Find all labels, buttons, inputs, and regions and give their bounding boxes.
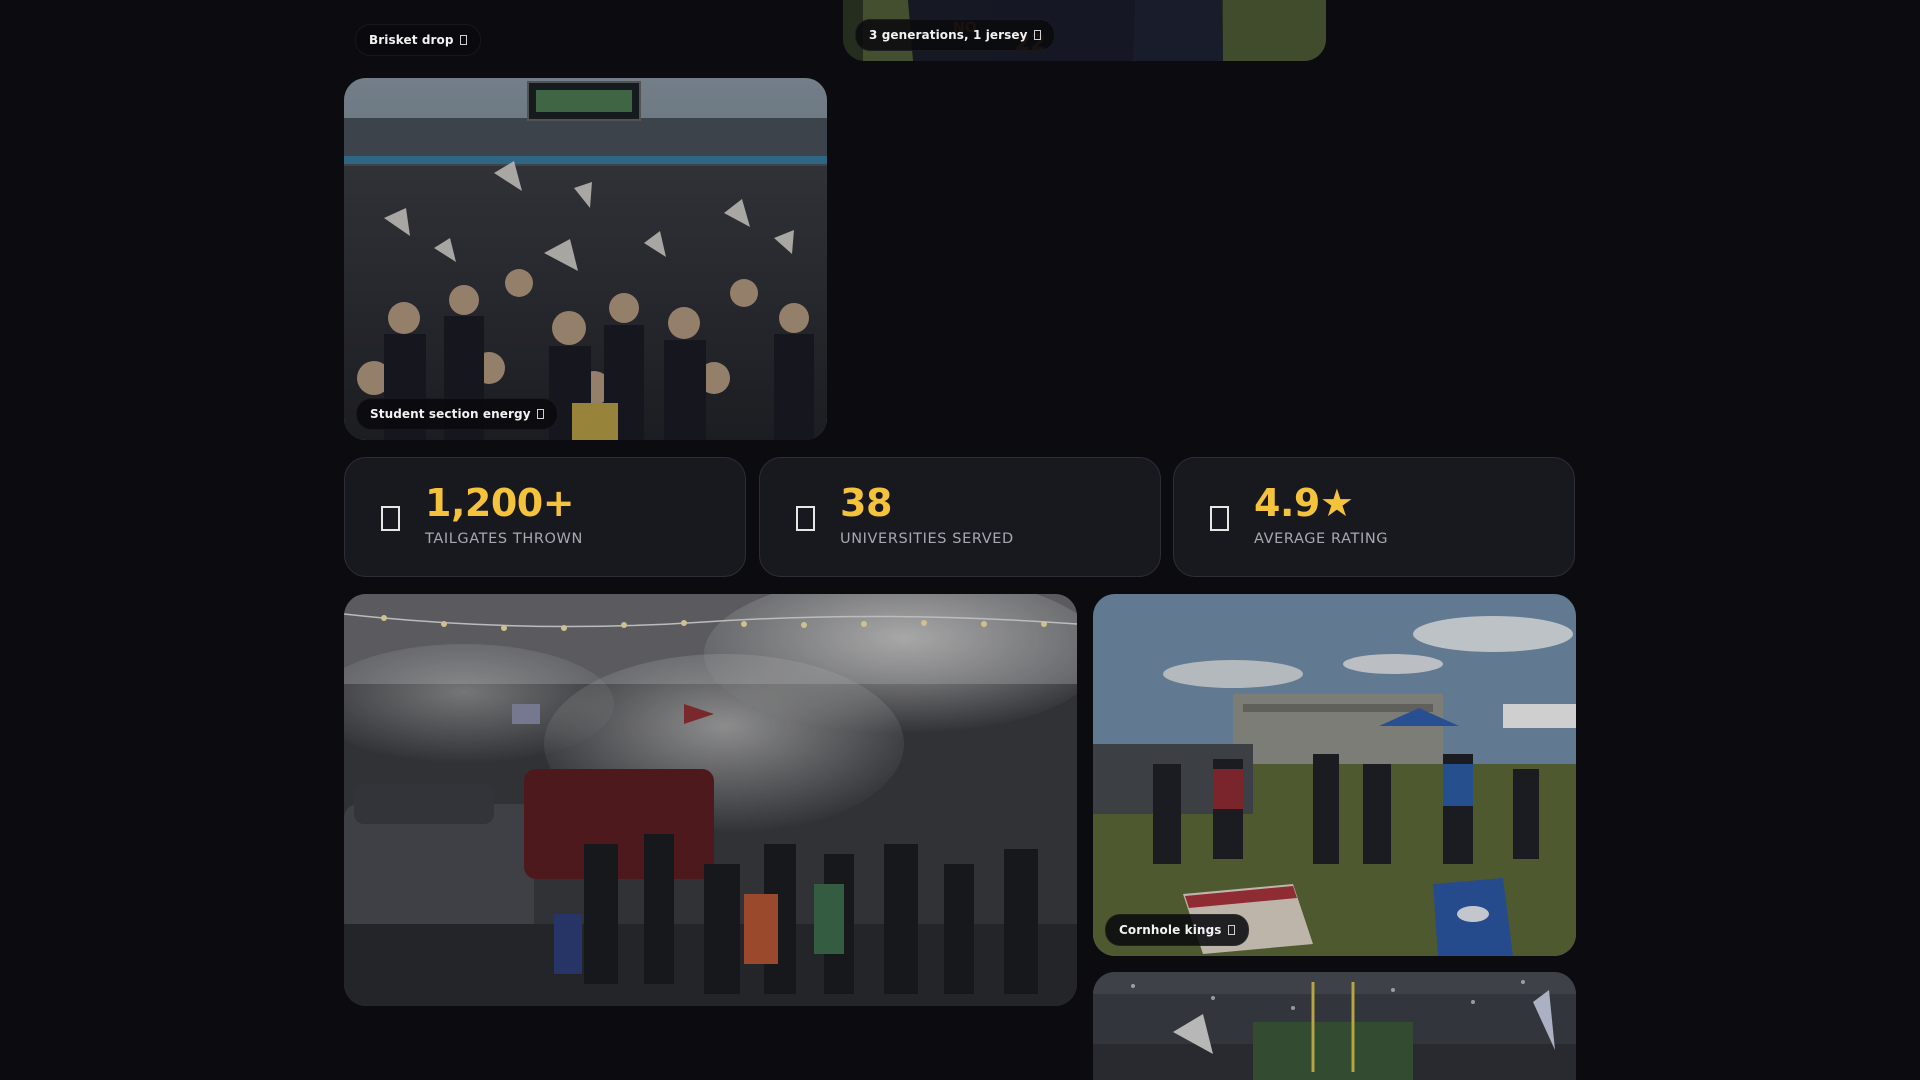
caption-cornhole-kings[interactable]: Cornhole kings [1105, 914, 1249, 946]
stat-label: UNIVERSITIES SERVED [840, 531, 1014, 547]
stat-card-universities: 38 UNIVERSITIES SERVED [759, 457, 1161, 577]
photo-stadium-field[interactable] [1093, 972, 1576, 1080]
stat-value: 38 [840, 481, 892, 525]
caption-text: Student section energy [370, 407, 531, 421]
university-icon [796, 506, 815, 531]
arrow-icon [1033, 30, 1041, 40]
cornhole-image [1093, 594, 1576, 956]
stat-value: 4.9★ [1254, 481, 1354, 525]
stat-value: 1,200+ [425, 481, 575, 525]
photo-tailgate-lot[interactable] [344, 594, 1077, 1006]
caption-text: Cornhole kings [1119, 923, 1222, 937]
photo-student-section[interactable]: Student section energy [344, 78, 827, 440]
caption-brisket-drop[interactable]: Brisket drop [355, 24, 481, 56]
caption-student-section[interactable]: Student section energy [356, 398, 558, 430]
arrow-icon [1227, 925, 1235, 935]
star-icon [1210, 506, 1229, 531]
grill-icon [381, 506, 400, 531]
arrow-icon [459, 35, 467, 45]
student-section-image [344, 78, 827, 440]
gallery-page: Brisket drop 22 NO 3 generations, 1 jers… [0, 0, 1920, 1080]
stat-label: TAILGATES THROWN [425, 531, 583, 547]
photo-three-generations[interactable]: 22 NO 3 generations, 1 jersey [843, 0, 1326, 61]
tailgate-lot-image [344, 594, 1077, 1006]
caption-text: 3 generations, 1 jersey [869, 28, 1028, 42]
arrow-icon [536, 409, 544, 419]
caption-three-generations[interactable]: 3 generations, 1 jersey [855, 19, 1055, 51]
photo-cornhole-kings[interactable]: Cornhole kings [1093, 594, 1576, 956]
stadium-field-image [1093, 972, 1576, 1080]
stat-card-tailgates: 1,200+ TAILGATES THROWN [344, 457, 746, 577]
stat-label: AVERAGE RATING [1254, 531, 1389, 547]
stat-card-rating: 4.9★ AVERAGE RATING [1173, 457, 1575, 577]
caption-text: Brisket drop [369, 33, 454, 47]
